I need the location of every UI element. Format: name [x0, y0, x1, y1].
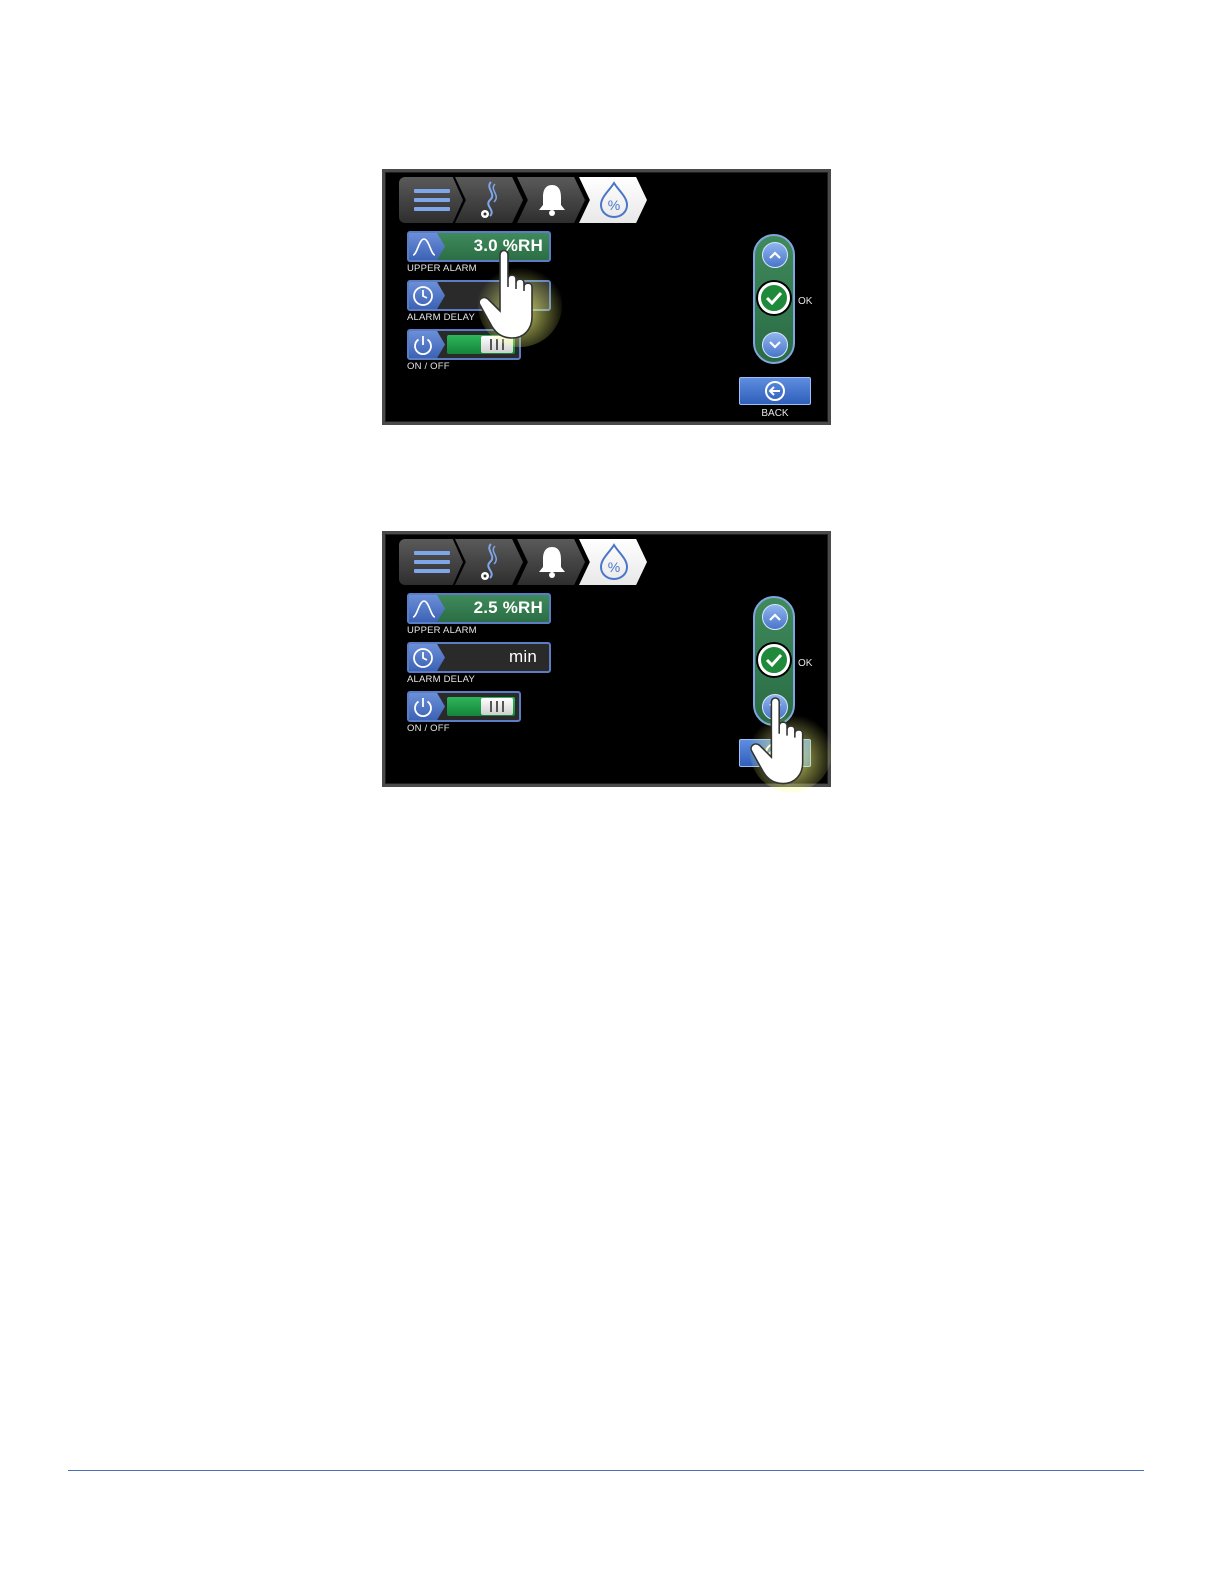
chevron-up-icon — [769, 613, 781, 621]
steam-settings-icon — [481, 181, 498, 218]
humidity-percent-icon: % — [599, 543, 629, 581]
alarm-delay-field[interactable]: min — [407, 642, 551, 673]
ok-button[interactable] — [758, 644, 790, 676]
decrease-button[interactable] — [762, 332, 788, 358]
increase-button[interactable] — [762, 604, 788, 630]
checkmark-icon — [765, 653, 783, 667]
nav-alarms[interactable] — [517, 539, 585, 585]
on-off-toggle[interactable] — [407, 691, 521, 722]
pointer-hand-icon — [749, 697, 832, 793]
increase-button[interactable] — [762, 242, 788, 268]
nav-alarms[interactable] — [517, 177, 585, 223]
nav-humidity[interactable]: % — [579, 177, 647, 223]
chevron-down-icon — [769, 341, 781, 349]
nav-menu[interactable] — [399, 177, 463, 223]
alarm-delay-value: min — [509, 647, 537, 666]
alarm-delay-label: ALARM DELAY — [407, 674, 476, 685]
menu-icon — [414, 551, 450, 573]
upper-alarm-curve-icon — [409, 233, 445, 260]
ok-label: OK — [798, 658, 813, 669]
toggle-track — [447, 697, 515, 716]
nav-humidity[interactable]: % — [579, 539, 647, 585]
pointer-hand-icon — [478, 249, 562, 347]
footer-divider — [68, 1470, 1144, 1471]
menu-icon — [414, 189, 450, 211]
power-icon — [409, 693, 445, 720]
touchscreen-panel-1: % 3.0 %RH UPPER ALARM ALARM DELAY ON / O… — [382, 169, 831, 425]
back-arrow-icon — [765, 381, 785, 401]
upper-alarm-field[interactable]: 2.5 %RH — [407, 593, 551, 624]
nav-steam-settings[interactable] — [455, 177, 523, 223]
steam-settings-icon — [481, 543, 498, 580]
upper-alarm-label: UPPER ALARM — [407, 625, 477, 636]
upper-alarm-row: 2.5 %RH UPPER ALARM — [407, 593, 551, 636]
on-off-label: ON / OFF — [407, 361, 450, 372]
clock-icon — [409, 644, 445, 671]
humidity-percent-icon: % — [599, 181, 629, 219]
value-control-pill — [753, 234, 795, 364]
bell-icon — [539, 547, 565, 578]
svg-text:%: % — [608, 197, 620, 213]
back-button[interactable] — [739, 377, 811, 405]
clock-icon — [409, 282, 445, 309]
alarm-delay-row: min ALARM DELAY — [407, 642, 551, 685]
on-off-row: ON / OFF — [407, 691, 521, 734]
upper-alarm-value: 2.5 %RH — [473, 598, 543, 617]
ok-label: OK — [798, 296, 813, 307]
nav-steam-settings[interactable] — [455, 539, 523, 585]
power-icon — [409, 331, 445, 358]
upper-alarm-curve-icon — [409, 595, 445, 622]
checkmark-icon — [765, 291, 783, 305]
on-off-label: ON / OFF — [407, 723, 450, 734]
nav-menu[interactable] — [399, 539, 463, 585]
svg-text:%: % — [608, 559, 620, 575]
bell-icon — [539, 185, 565, 216]
chevron-up-icon — [769, 251, 781, 259]
back-label: BACK — [761, 408, 789, 419]
ok-button[interactable] — [758, 282, 790, 314]
toggle-knob[interactable] — [481, 698, 513, 715]
